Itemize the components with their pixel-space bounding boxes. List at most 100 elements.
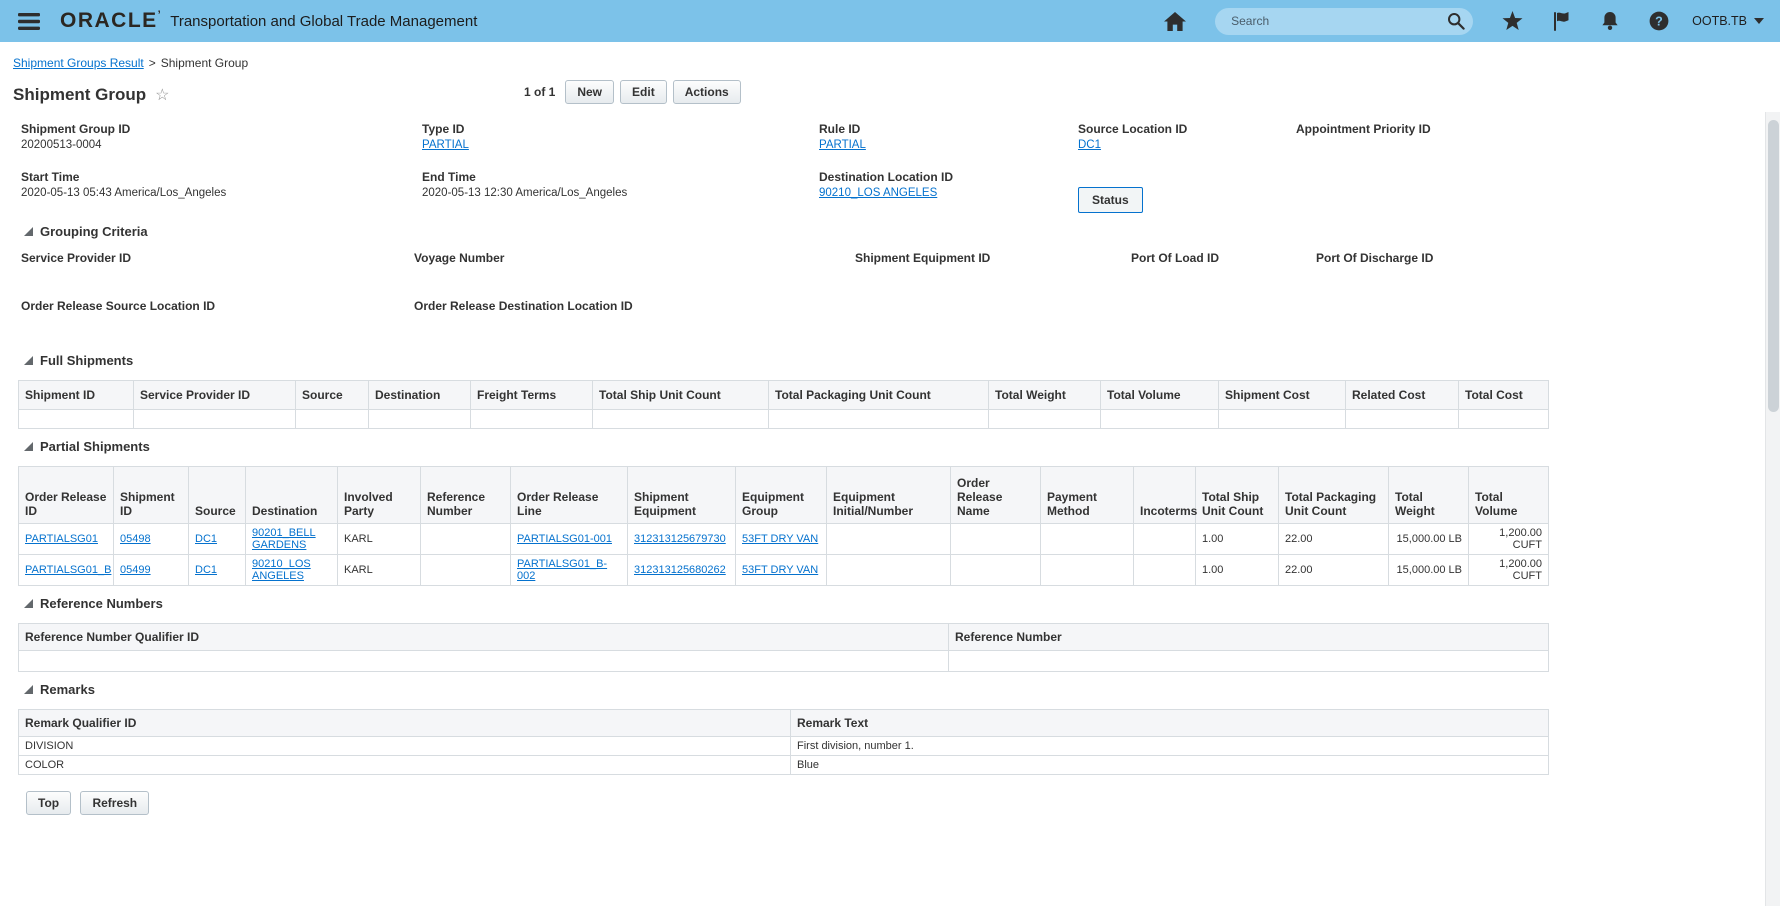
- vertical-scrollbar[interactable]: [1765, 112, 1780, 906]
- full-shipments-col-header-7: Total Weight: [988, 380, 1101, 410]
- partial-shipments-cell-link[interactable]: PARTIALSG01_B-002: [517, 558, 607, 582]
- partial-shipments-col-header-3: Destination: [245, 466, 338, 524]
- search-box[interactable]: [1215, 7, 1474, 35]
- full-shipments-cell: [18, 409, 134, 429]
- notifications-bell-icon[interactable]: [1594, 7, 1626, 35]
- partial-shipments-cell: [420, 554, 511, 586]
- partial-shipments-cell-link[interactable]: 312313125679730: [634, 533, 726, 545]
- full-shipments-cell: [592, 409, 769, 429]
- summary-field-2-value: PARTIAL: [819, 139, 1060, 153]
- partial-shipments-cell-link[interactable]: DC1: [195, 564, 217, 576]
- favorite-star-icon[interactable]: ☆: [155, 85, 169, 105]
- summary-field2-1-label: End Time: [422, 170, 476, 184]
- partial-shipments-cell-link[interactable]: PARTIALSG01-001: [517, 533, 612, 545]
- edit-button[interactable]: Edit: [620, 80, 667, 104]
- summary-field-1-label: Type ID: [422, 122, 465, 136]
- partial-shipments-cell-link[interactable]: PARTIALSG01: [25, 533, 98, 545]
- help-icon[interactable]: ?: [1643, 7, 1675, 35]
- summary-field-3-link[interactable]: DC1: [1078, 139, 1101, 151]
- summary-fields-row1: Shipment Group ID 20200513-0004 Type ID PAR…: [21, 122, 1764, 170]
- summary-field-3: Source Location ID DC1: [1078, 122, 1296, 153]
- user-menu[interactable]: OOTB.TB: [1692, 14, 1764, 28]
- partial-shipments-cell: 05499: [113, 554, 189, 586]
- partial-shipments-cell-link[interactable]: 90201_BELL GARDENS: [252, 527, 316, 551]
- partial-shipments-cell: 90210_LOS ANGELES: [245, 554, 338, 586]
- partial-shipments-col-header-15: Total Weight: [1388, 466, 1469, 524]
- grouping-field-2-label: Shipment Equipment ID: [855, 251, 991, 265]
- partial-shipments-cell: 53FT DRY VAN: [735, 554, 827, 586]
- summary-field-1: Type ID PARTIAL: [422, 122, 819, 153]
- actions-button[interactable]: Actions: [672, 80, 741, 104]
- summary-field-1-link[interactable]: PARTIAL: [422, 139, 469, 151]
- summary-field-2: Rule ID PARTIAL: [819, 122, 1078, 153]
- section-reference-numbers-title: Reference Numbers: [40, 596, 163, 611]
- flag-icon[interactable]: [1546, 7, 1577, 35]
- partial-shipments-cell-link[interactable]: 05499: [120, 564, 151, 576]
- hamburger-menu-icon[interactable]: [12, 9, 46, 34]
- section-full-shipments: Full Shipments: [24, 353, 1764, 368]
- partial-shipments-cell-link[interactable]: 53FT DRY VAN: [742, 533, 818, 545]
- full-shipments-header-row: Shipment ID Service Provider ID Source Dest…: [18, 380, 1549, 410]
- favorites-star-icon[interactable]: [1496, 7, 1529, 35]
- summary-field-4-label: Appointment Priority ID: [1296, 122, 1431, 136]
- partial-shipments-cell-link[interactable]: PARTIALSG01_B: [25, 564, 111, 576]
- remarks-col-header-0: Remark Qualifier ID: [18, 709, 791, 737]
- summary-field2-2: Destination Location ID 90210_LOS ANGELES: [819, 170, 1078, 201]
- partial-shipments-col-header-1: Shipment ID: [113, 466, 189, 524]
- header-actions: ? OOTB.TB: [1158, 7, 1764, 35]
- home-icon[interactable]: [1158, 8, 1192, 35]
- partial-shipments-row: PARTIALSG01_B 05499 DC1 90210_LOS ANGELES KA…: [18, 554, 1549, 586]
- summary-field2-2-link[interactable]: 90210_LOS ANGELES: [819, 187, 937, 199]
- section-grouping-criteria-title: Grouping Criteria: [40, 224, 148, 239]
- full-shipments-col-header-11: Total Cost: [1458, 380, 1549, 410]
- grouping-field-1: Voyage Number: [414, 251, 855, 282]
- partial-shipments-cell: DC1: [188, 554, 246, 586]
- partial-shipments-cell-link[interactable]: 53FT DRY VAN: [742, 564, 818, 576]
- collapse-triangle-icon[interactable]: [24, 442, 33, 451]
- full-shipments-cell: [768, 409, 989, 429]
- breadcrumb-separator: >: [148, 56, 156, 70]
- collapse-triangle-icon[interactable]: [24, 599, 33, 608]
- partial-shipments-cell-link[interactable]: 05498: [120, 533, 151, 545]
- breadcrumb-parent-link[interactable]: Shipment Groups Result: [13, 56, 144, 70]
- page-title: Shipment Group: [13, 85, 147, 104]
- new-button[interactable]: New: [565, 80, 615, 104]
- oracle-logo-text: ORACLE: [60, 9, 158, 32]
- refresh-button[interactable]: Refresh: [80, 791, 150, 815]
- partial-shipments-cell: KARL: [337, 554, 421, 586]
- partial-shipments-cell: [950, 523, 1041, 555]
- grouping-field2-1-label: Order Release Destination Location ID: [414, 299, 633, 313]
- top-button[interactable]: Top: [26, 791, 72, 815]
- breadcrumb: Shipment Groups Result > Shipment Group: [13, 56, 1764, 70]
- scrollbar-thumb[interactable]: [1768, 120, 1779, 412]
- summary-field-4-value: [1296, 139, 1746, 153]
- grouping-fields-row2: Order Release Source Location ID Order Re…: [21, 299, 1764, 347]
- remarks-row: DIVISION First division, number 1.: [18, 736, 1549, 756]
- full-shipments-col-header-8: Total Volume: [1100, 380, 1219, 410]
- search-icon[interactable]: [1447, 12, 1465, 30]
- full-shipments-cell: [988, 409, 1101, 429]
- partial-shipments-col-header-14: Total Packaging Unit Count: [1278, 466, 1389, 524]
- partial-shipments-cell-link[interactable]: DC1: [195, 533, 217, 545]
- reference-numbers-col-header-1: Reference Number: [948, 623, 1549, 651]
- app-title: Transportation and Global Trade Manageme…: [170, 12, 478, 30]
- partial-shipments-cell: [826, 523, 951, 555]
- reference-numbers-header-row: Reference Number Qualifier ID Reference N…: [18, 623, 1549, 651]
- reference-numbers-cell: [18, 650, 949, 672]
- partial-shipments-cell-link[interactable]: 90210_LOS ANGELES: [252, 558, 311, 582]
- summary-fields-row2: Start Time 2020-05-13 05:43 America/Los_A…: [21, 170, 1764, 218]
- partial-shipments-cell: PARTIALSG01_B: [18, 554, 114, 586]
- summary-field-2-link[interactable]: PARTIAL: [819, 139, 866, 151]
- search-input[interactable]: [1229, 13, 1448, 29]
- collapse-triangle-icon[interactable]: [24, 227, 33, 236]
- status-button[interactable]: Status: [1078, 187, 1143, 213]
- partial-shipments-cell-link[interactable]: 312313125680262: [634, 564, 726, 576]
- partial-shipments-col-header-0: Order Release ID: [18, 466, 114, 524]
- grouping-field-1-label: Voyage Number: [414, 251, 505, 265]
- partial-shipments-cell: [420, 523, 511, 555]
- collapse-triangle-icon[interactable]: [24, 685, 33, 694]
- full-shipments-cell: [1345, 409, 1459, 429]
- partial-shipments-cell: [950, 554, 1041, 586]
- collapse-triangle-icon[interactable]: [24, 356, 33, 365]
- grouping-fields-row1: Service Provider ID Voyage Number Shipment…: [21, 251, 1764, 299]
